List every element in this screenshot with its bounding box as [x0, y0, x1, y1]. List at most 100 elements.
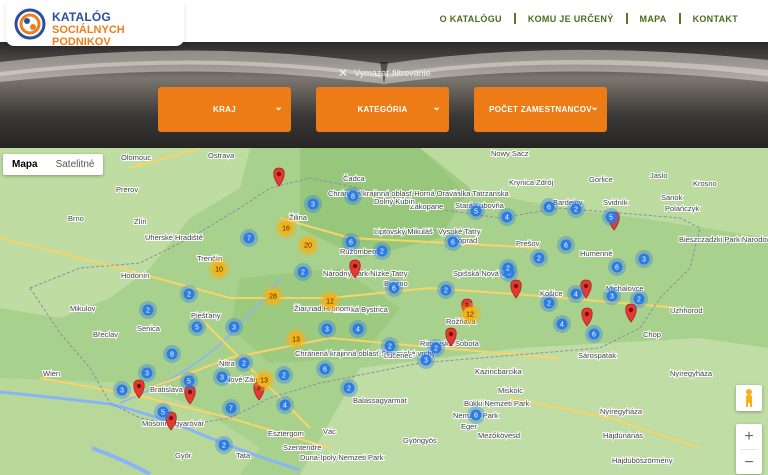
marker-cluster-large[interactable]: 13 — [253, 369, 275, 391]
map-place-label: Jaslo — [650, 171, 668, 180]
marker-cluster-small[interactable]: 6 — [385, 279, 403, 297]
marker-cluster-small[interactable]: 3 — [213, 368, 231, 386]
clear-filter-button[interactable]: ✕ Vymazať filtrovanie — [338, 66, 431, 80]
cluster-count: 6 — [547, 205, 551, 212]
map-view[interactable]: Olomouc Ostrava Nowy Sacz Krynica Zdrój Gorl… — [0, 148, 768, 475]
map-place-label: Uherské Hradiště — [145, 233, 203, 242]
marker-cluster-small[interactable]: 4 — [276, 396, 294, 414]
nav-item-kontakt[interactable]: KONTAKT — [681, 14, 750, 24]
marker-cluster-large[interactable]: 20 — [297, 234, 319, 256]
main-nav: O KATALÓGU KOMU JE URČENÝ MAPA KONTAKT — [428, 13, 750, 24]
marker-cluster-small[interactable]: 2 — [567, 200, 585, 218]
cluster-count: 2 — [380, 249, 384, 256]
cluster-count: 8 — [351, 194, 355, 201]
marker-cluster-small[interactable]: 6 — [585, 325, 603, 343]
marker-cluster-small[interactable]: 4 — [498, 208, 516, 226]
map-place-label: Gyöngyös — [403, 436, 437, 445]
marker-cluster-small[interactable]: 5 — [154, 403, 172, 421]
marker-cluster-small[interactable]: 2 — [294, 263, 312, 281]
marker-cluster-small[interactable]: 2 — [235, 354, 253, 372]
zoom-in-button[interactable]: + — [736, 424, 762, 449]
marker-cluster-small[interactable]: 3 — [225, 318, 243, 336]
marker-cluster-large[interactable]: 28 — [262, 285, 284, 307]
map-place-label: Uzhhorod — [670, 306, 703, 315]
map-place-label: Mezőkövesd — [478, 431, 520, 440]
marker-cluster-small[interactable]: 4 — [349, 320, 367, 338]
marker-cluster-small[interactable]: 3 — [138, 364, 156, 382]
map-place-label: Prešov — [516, 239, 540, 248]
map-type-mapa-button[interactable]: Mapa — [3, 154, 47, 175]
street-view-pegman[interactable] — [736, 385, 762, 411]
marker-cluster-small[interactable]: 3 — [603, 287, 621, 305]
marker-cluster-small[interactable]: 6 — [444, 233, 462, 251]
marker-cluster-small[interactable]: 5 — [180, 372, 198, 390]
map-place-label: Tata — [236, 451, 251, 460]
map-place-label: Sanok — [661, 193, 683, 202]
marker-cluster-small[interactable]: 5 — [602, 208, 620, 226]
marker-cluster-small[interactable]: 3 — [304, 195, 322, 213]
site-logo[interactable]: KATALÓG SOCIÁLNYCH PODNIKOV — [6, 2, 184, 48]
marker-cluster-small[interactable]: 7 — [222, 399, 240, 417]
marker-cluster-large[interactable]: 12 — [319, 290, 341, 312]
nav-item-o-katalogu[interactable]: O KATALÓGU — [428, 14, 514, 24]
marker-cluster-small[interactable]: 2 — [530, 249, 548, 267]
marker-cluster-small[interactable]: 2 — [427, 339, 445, 357]
marker-cluster-small[interactable]: 7 — [240, 229, 258, 247]
chevron-down-icon: ⌄ — [274, 102, 283, 113]
marker-cluster-small[interactable]: 2 — [340, 379, 358, 397]
map-type-satelitne-button[interactable]: Satelitné — [47, 154, 104, 175]
clear-filter-label: Vymazať filtrovanie — [354, 68, 431, 78]
marker-cluster-large[interactable]: 10 — [208, 258, 230, 280]
marker-cluster-small[interactable]: 6 — [316, 360, 334, 378]
marker-cluster-large[interactable]: 16 — [275, 217, 297, 239]
cluster-count: 3 — [610, 294, 614, 301]
map-place-label: Ostrava — [208, 151, 235, 160]
nav-item-mapa[interactable]: MAPA — [628, 14, 679, 24]
marker-cluster-small[interactable]: 8 — [344, 187, 362, 205]
marker-cluster-small[interactable]: 3 — [318, 320, 336, 338]
cluster-count: 12 — [326, 299, 334, 306]
marker-cluster-small[interactable]: 2 — [373, 242, 391, 260]
marker-cluster-small[interactable]: 2 — [540, 294, 558, 312]
map-place-label: Čadca — [343, 174, 366, 183]
marker-cluster-small[interactable]: 2 — [180, 285, 198, 303]
filter-pocet-zamestnancov-dropdown[interactable]: POČET ZAMESTNANCOV ⌄ — [474, 87, 607, 132]
marker-cluster-small[interactable]: 6 — [540, 198, 558, 216]
nav-item-komu-je-urceny[interactable]: KOMU JE URČENÝ — [516, 14, 626, 24]
map-place-label: Kazincbarcika — [475, 367, 523, 376]
filter-kraj-dropdown[interactable]: KRAJ ⌄ — [158, 87, 291, 132]
cluster-count: 2 — [574, 207, 578, 214]
marker-cluster-small[interactable]: 6 — [467, 406, 485, 424]
map-place-label: Krosno — [693, 179, 717, 188]
zoom-out-button[interactable]: − — [736, 450, 762, 475]
marker-cluster-large[interactable]: 12 — [459, 303, 481, 325]
map-place-label: Sárospatak — [578, 351, 616, 360]
marker-cluster-small[interactable]: 2 — [499, 259, 517, 277]
marker-cluster-small[interactable]: 3 — [113, 381, 131, 399]
marker-cluster-small[interactable]: 2 — [630, 290, 648, 308]
marker-cluster-small[interactable]: 6 — [557, 236, 575, 254]
marker-cluster-small[interactable]: 4 — [567, 285, 585, 303]
logo-mark-icon — [14, 8, 46, 40]
marker-cluster-small[interactable]: 6 — [608, 258, 626, 276]
cluster-count: 13 — [292, 337, 300, 344]
marker-cluster-small[interactable]: 2 — [139, 301, 157, 319]
map-canvas[interactable]: Olomouc Ostrava Nowy Sacz Krynica Zdrój Gorl… — [0, 148, 768, 475]
marker-cluster-small[interactable]: 4 — [553, 315, 571, 333]
cluster-count: 7 — [229, 406, 233, 413]
marker-cluster-small[interactable]: 2 — [275, 366, 293, 384]
marker-cluster-small[interactable]: 5 — [188, 318, 206, 336]
cluster-count: 2 — [242, 361, 246, 368]
logo-title: KATALÓG — [52, 10, 111, 24]
marker-cluster-small[interactable]: 2 — [437, 281, 455, 299]
map-place-label: Svidník — [603, 198, 628, 207]
map-place-label: Nitra — [219, 359, 236, 368]
filter-kategoria-dropdown[interactable]: KATEGÓRIA ⌄ — [316, 87, 449, 132]
marker-cluster-small[interactable]: 5 — [467, 202, 485, 220]
marker-cluster-small[interactable]: 6 — [342, 233, 360, 251]
marker-cluster-large[interactable]: 13 — [285, 328, 307, 350]
marker-cluster-small[interactable]: 2 — [215, 436, 233, 454]
marker-cluster-small[interactable]: 8 — [163, 345, 181, 363]
marker-cluster-small[interactable]: 3 — [635, 250, 653, 268]
marker-cluster-small[interactable]: 2 — [381, 337, 399, 355]
